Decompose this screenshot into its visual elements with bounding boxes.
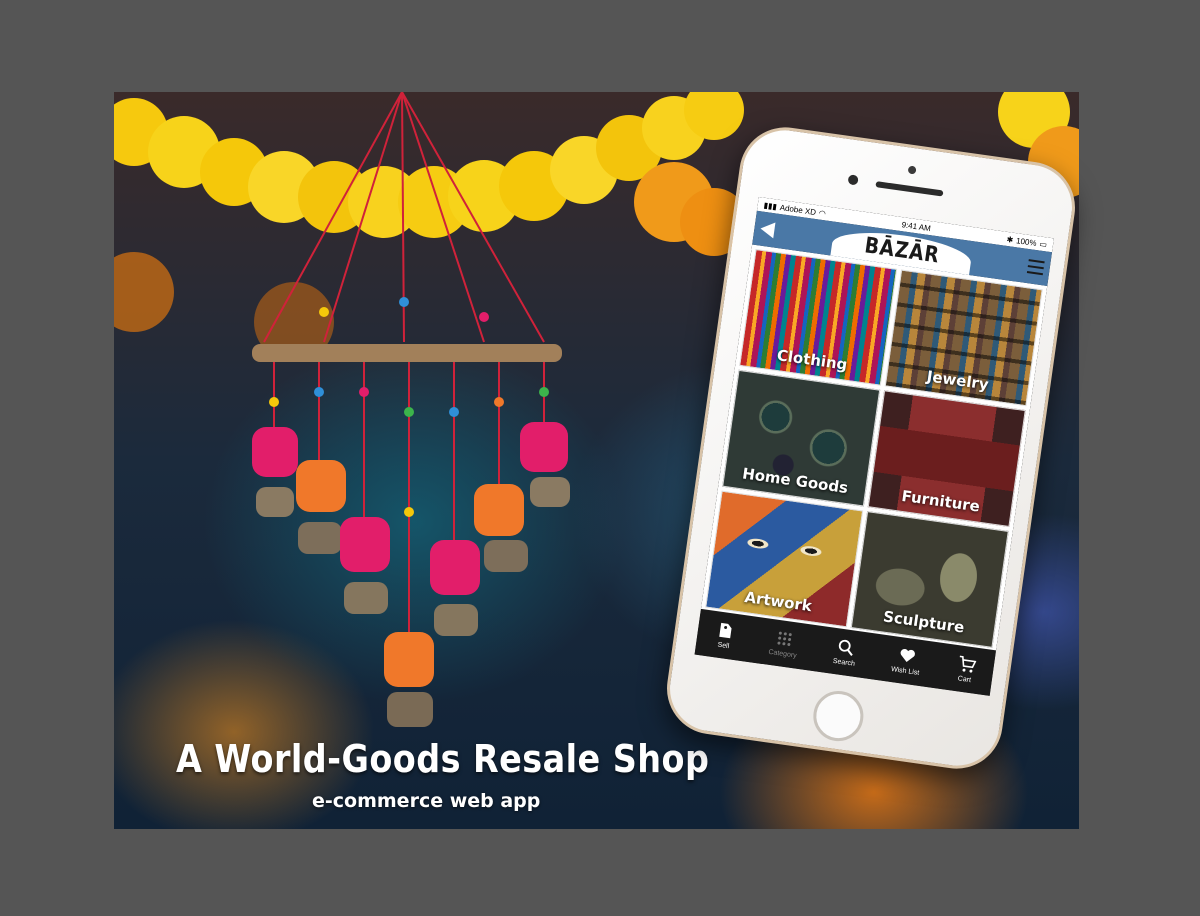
battery-icon: ▭ — [1038, 239, 1048, 249]
category-tile-jewelry[interactable]: Jewelry — [884, 269, 1043, 407]
home-button[interactable] — [810, 687, 867, 745]
heart-icon — [897, 646, 917, 666]
poster-title: A World-Goods Resale Shop — [176, 737, 710, 781]
battery-label: 100% — [1015, 235, 1038, 248]
category-grid: Clothing Jewelry Home Goods Furniture Ar… — [700, 244, 1048, 653]
front-camera — [847, 174, 859, 186]
search-icon — [836, 637, 856, 657]
tab-cart[interactable]: Cart — [955, 654, 977, 684]
grid-icon — [775, 629, 795, 649]
tab-search[interactable]: Search — [832, 637, 858, 668]
cart-icon — [956, 654, 977, 674]
proximity-sensor — [907, 165, 917, 175]
earpiece-speaker — [875, 181, 944, 197]
category-tile-sculpture[interactable]: Sculpture — [850, 511, 1009, 648]
tab-sell[interactable]: Sell — [714, 620, 736, 650]
status-time: 9:41 AM — [901, 219, 932, 233]
wind-chime — [252, 92, 570, 727]
bluetooth-icon: ✱ — [1006, 234, 1014, 245]
category-tile-artwork[interactable]: Artwork — [705, 490, 864, 628]
hamburger-menu-icon[interactable] — [1026, 259, 1045, 276]
category-tile-furniture[interactable]: Furniture — [867, 390, 1026, 528]
tab-label: Wish List — [890, 665, 920, 677]
tab-label: Category — [767, 648, 798, 660]
tab-label: Sell — [717, 641, 730, 651]
phone-screen: ▮▮▮ Adobe XD ◠ 9:41 AM ✱ 100% ▭ BĀZĀR Cl… — [694, 196, 1054, 696]
wifi-icon: ◠ — [818, 208, 827, 218]
poster-subtitle: e-commerce web app — [312, 790, 541, 812]
tab-label: Search — [832, 657, 856, 668]
tag-icon — [715, 620, 735, 640]
back-arrow-icon[interactable] — [759, 220, 776, 239]
tab-category[interactable]: Category — [768, 628, 800, 660]
category-tile-clothing[interactable]: Clothing — [739, 248, 898, 386]
signal-icon: ▮▮▮ — [763, 200, 778, 212]
tab-label: Cart — [957, 675, 972, 685]
category-tile-home-goods[interactable]: Home Goods — [722, 369, 881, 507]
tab-wish-list[interactable]: Wish List — [891, 645, 923, 677]
